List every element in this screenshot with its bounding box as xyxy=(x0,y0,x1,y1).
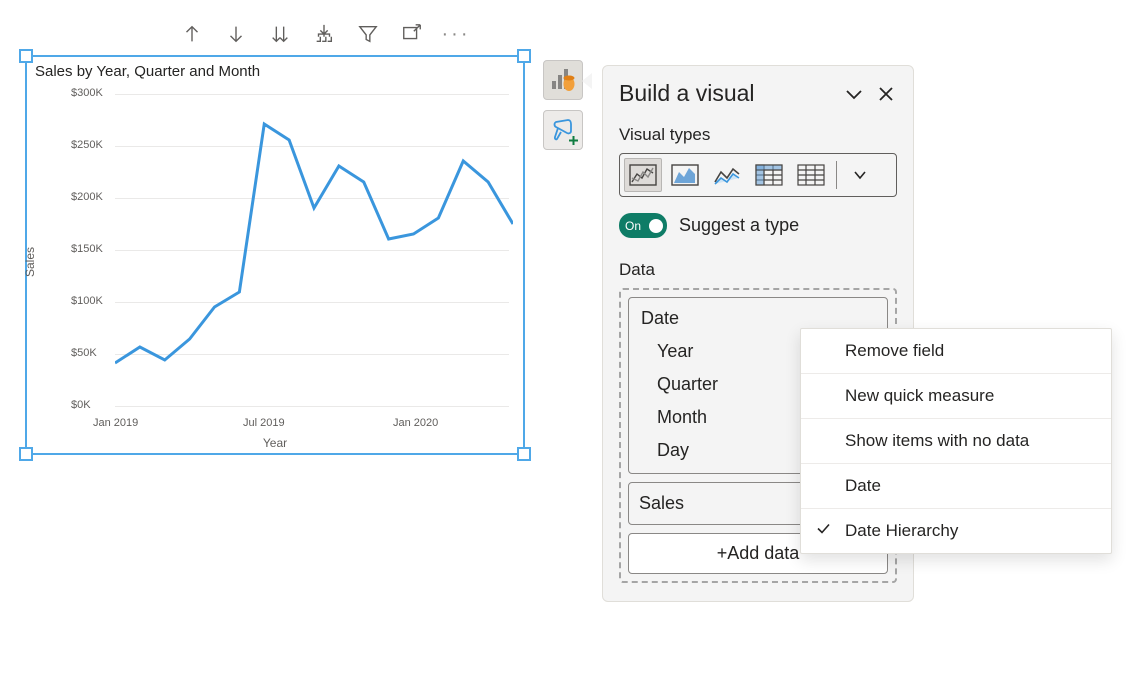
visual-toolbar: ··· xyxy=(180,22,468,46)
x-tick: Jan 2019 xyxy=(93,417,138,429)
y-tick: $50K xyxy=(71,347,97,359)
suggest-type-row: On Suggest a type xyxy=(619,213,897,238)
ctx-remove-field[interactable]: Remove field xyxy=(801,329,1111,374)
checkmark-icon xyxy=(815,521,831,542)
sales-field-label: Sales xyxy=(639,493,684,514)
ctx-date[interactable]: Date xyxy=(801,464,1111,509)
drill-up-button[interactable] xyxy=(180,22,204,46)
resize-handle-top-right[interactable] xyxy=(517,49,531,63)
field-context-menu: Remove field New quick measure Show item… xyxy=(800,328,1112,554)
line-chart-type[interactable] xyxy=(624,158,662,192)
toggle-on-text: On xyxy=(625,219,641,233)
collapse-pane-button[interactable] xyxy=(843,83,865,105)
suggest-type-toggle[interactable]: On xyxy=(619,213,667,238)
y-tick: $300K xyxy=(71,87,103,99)
suggest-type-label: Suggest a type xyxy=(679,215,799,236)
table-type[interactable] xyxy=(792,158,830,192)
filter-button[interactable] xyxy=(356,22,380,46)
drill-down-button[interactable] xyxy=(224,22,248,46)
visual-types-label: Visual types xyxy=(619,125,897,145)
line-chart-series xyxy=(115,87,513,402)
ctx-date-hierarchy[interactable]: Date Hierarchy xyxy=(801,509,1111,553)
gridline xyxy=(115,406,509,407)
build-visual-tab[interactable] xyxy=(543,60,583,100)
resize-handle-bottom-left[interactable] xyxy=(19,447,33,461)
resize-handle-bottom-right[interactable] xyxy=(517,447,531,461)
visual-types-strip xyxy=(619,153,897,197)
pane-switcher xyxy=(543,60,583,150)
focus-mode-button[interactable] xyxy=(400,22,424,46)
expand-hierarchy-button[interactable] xyxy=(312,22,336,46)
matrix-type[interactable] xyxy=(750,158,788,192)
close-pane-button[interactable] xyxy=(875,83,897,105)
chart-visual[interactable]: Sales by Year, Quarter and Month Sales Y… xyxy=(25,55,525,455)
expand-all-button[interactable] xyxy=(268,22,292,46)
more-options-button[interactable]: ··· xyxy=(444,22,468,46)
y-tick: $150K xyxy=(71,243,103,255)
pane-title: Build a visual xyxy=(619,80,755,107)
toggle-knob xyxy=(649,219,663,233)
x-tick: Jul 2019 xyxy=(243,417,285,429)
y-tick: $200K xyxy=(71,191,103,203)
ctx-new-quick-measure[interactable]: New quick measure xyxy=(801,374,1111,419)
visual-types-expand[interactable] xyxy=(843,158,877,192)
data-label: Data xyxy=(619,260,897,280)
ctx-show-items-no-data[interactable]: Show items with no data xyxy=(801,419,1111,464)
pane-header: Build a visual xyxy=(619,80,897,107)
y-tick: $0K xyxy=(71,399,91,411)
resize-handle-top-left[interactable] xyxy=(19,49,33,63)
y-tick: $250K xyxy=(71,139,103,151)
callout-pointer-icon xyxy=(582,73,592,89)
divider xyxy=(836,161,837,189)
area-chart-type[interactable] xyxy=(666,158,704,192)
format-visual-tab[interactable] xyxy=(543,110,583,150)
y-tick: $100K xyxy=(71,295,103,307)
stacked-area-chart-type[interactable] xyxy=(708,158,746,192)
y-axis-label: Sales xyxy=(23,247,37,277)
x-axis-label: Year xyxy=(263,436,287,450)
chart-title: Sales by Year, Quarter and Month xyxy=(35,63,260,80)
x-tick: Jan 2020 xyxy=(393,417,438,429)
